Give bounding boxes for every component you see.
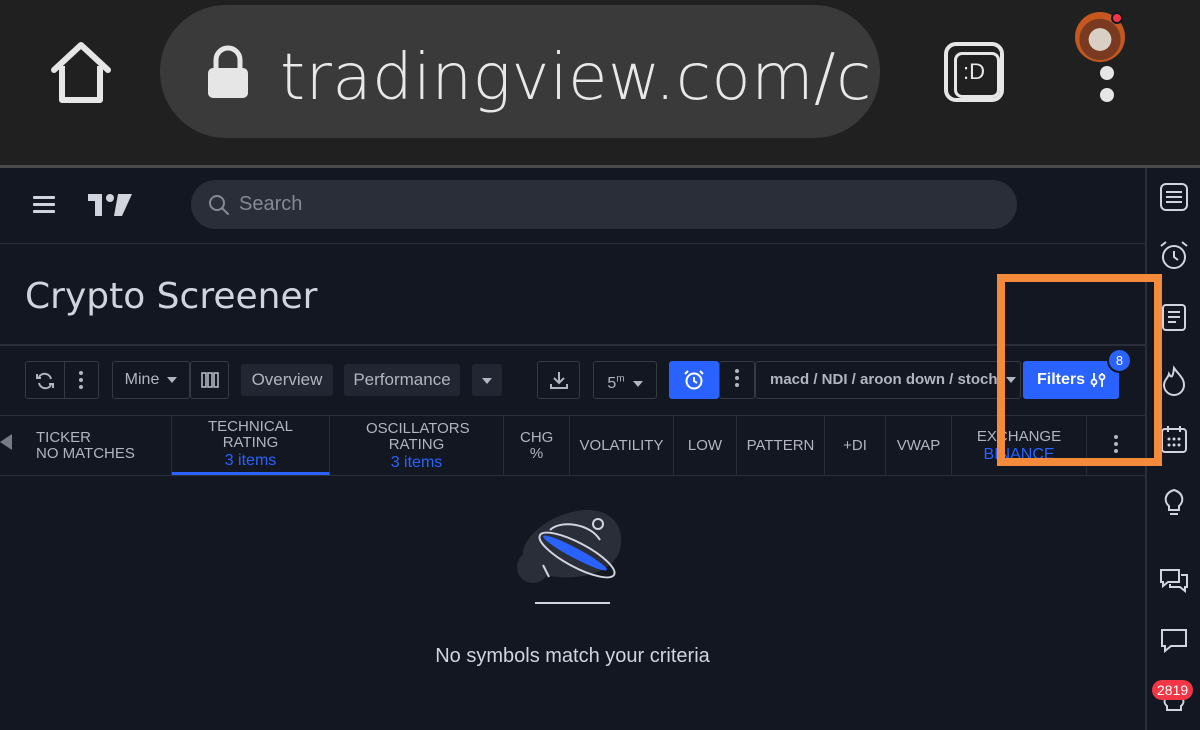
ticker-status: NO MATCHES xyxy=(36,445,135,462)
notification-count-badge: 2819 xyxy=(1152,680,1194,700)
lock-icon xyxy=(208,45,248,98)
extension-label: :D xyxy=(963,59,985,84)
empty-state-message: No symbols match your criteria xyxy=(435,645,710,667)
empty-state-illustration xyxy=(517,509,622,604)
ticker-column-header[interactable]: TICKER NO MATCHES xyxy=(36,430,135,462)
column-vwap[interactable]: VWAP xyxy=(886,416,952,475)
refresh-icon[interactable] xyxy=(35,371,55,391)
hotlist-fire-icon[interactable] xyxy=(1157,364,1191,398)
alarm-icon xyxy=(684,370,704,390)
alarm-clock-icon[interactable] xyxy=(1157,238,1191,272)
page-title: Crypto Screener xyxy=(25,276,318,317)
home-icon[interactable] xyxy=(46,38,116,108)
ticker-label: TICKER xyxy=(36,429,92,446)
download-icon xyxy=(549,372,568,389)
watchlist-dropdown[interactable]: Mine xyxy=(112,361,190,399)
tradingview-logo[interactable] xyxy=(86,190,134,220)
search-bar[interactable] xyxy=(191,180,1017,229)
interval-dropdown[interactable]: 5m xyxy=(593,361,657,399)
column-pattern[interactable]: PATTERN xyxy=(737,416,825,475)
search-input[interactable] xyxy=(239,180,999,229)
calendar-icon[interactable] xyxy=(1157,422,1191,456)
saved-filter-dropdown[interactable]: macd / NDI / aroon down / stoch xyxy=(755,361,1021,399)
auto-refresh-button[interactable] xyxy=(669,361,719,399)
column-change-percent[interactable]: CHG % xyxy=(504,416,570,475)
title-divider xyxy=(0,344,1145,346)
column-layout-button[interactable] xyxy=(190,361,229,399)
tabs-more-button[interactable] xyxy=(472,364,502,396)
hamburger-menu-icon[interactable] xyxy=(33,196,55,214)
watchlist-label: Mine xyxy=(124,371,160,388)
watchlist-icon[interactable] xyxy=(1157,180,1191,214)
flag-icon[interactable] xyxy=(0,434,12,450)
columns-icon xyxy=(200,372,219,388)
ideas-lightbulb-icon[interactable] xyxy=(1157,484,1191,518)
column-technical-rating[interactable]: TECHNICAL RATING 3 items xyxy=(172,416,330,475)
alarm-more-button[interactable] xyxy=(719,361,755,399)
extension-button[interactable]: :D xyxy=(944,42,1004,102)
interval-label: 5m xyxy=(607,374,625,393)
chats-icon[interactable] xyxy=(1157,563,1191,597)
url-text[interactable]: tradingview.com/cry xyxy=(280,38,870,118)
tab-performance[interactable]: Performance xyxy=(344,364,460,396)
filter-summary-text: macd / NDI / aroon down / stoch xyxy=(770,371,998,388)
export-button[interactable] xyxy=(537,361,580,399)
column-low[interactable]: LOW xyxy=(674,416,737,475)
notification-dot xyxy=(1111,12,1123,24)
more-icon xyxy=(735,369,739,390)
column-volatility[interactable]: VOLATILITY xyxy=(570,416,674,475)
refresh-group xyxy=(25,361,99,399)
table-header: TICKER NO MATCHES TECHNICAL RATING 3 ite… xyxy=(0,415,1145,476)
highlight-box xyxy=(997,274,1162,466)
search-icon xyxy=(209,195,229,215)
column-plus-di[interactable]: +DI xyxy=(825,416,886,475)
column-oscillators-rating[interactable]: OSCILLATORS RATING 3 items xyxy=(330,416,504,475)
refresh-more-icon[interactable] xyxy=(79,371,83,392)
messages-icon[interactable] xyxy=(1157,623,1191,657)
tab-overview[interactable]: Overview xyxy=(241,364,333,396)
app-header xyxy=(0,168,1145,244)
news-icon[interactable] xyxy=(1157,300,1191,334)
